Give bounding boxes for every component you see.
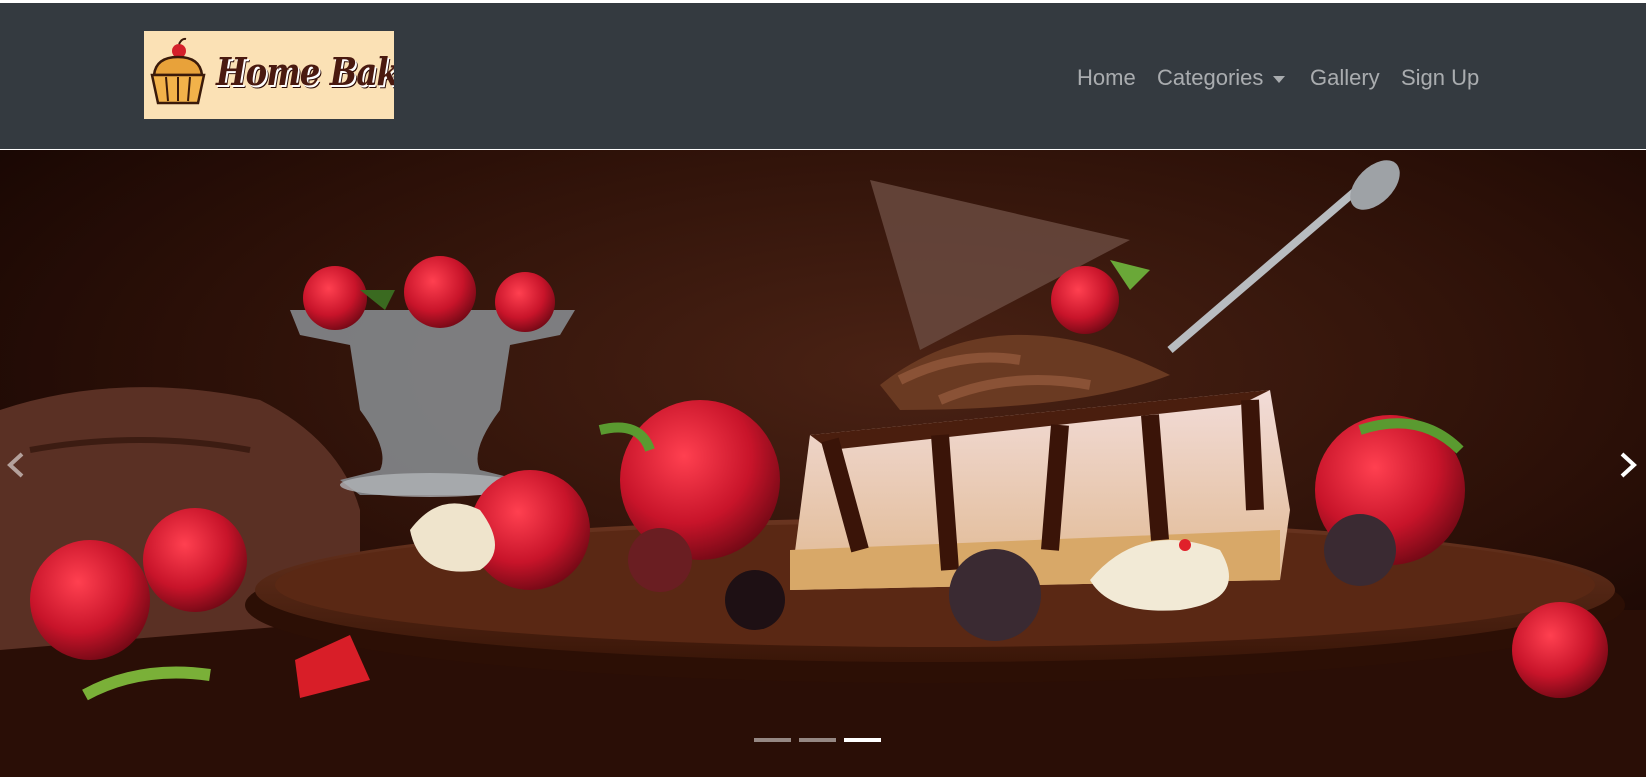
carousel-slide-image xyxy=(0,150,1646,777)
nav-categories-label: Categories xyxy=(1157,65,1264,90)
main-nav: Home Categories Gallery Sign Up xyxy=(0,61,1646,95)
nav-home-link[interactable]: Home xyxy=(1077,61,1136,95)
carousel-indicators xyxy=(750,738,900,748)
hero-carousel xyxy=(0,150,1646,777)
chevron-left-icon xyxy=(7,452,24,478)
chevron-right-icon xyxy=(1620,452,1637,478)
nav-signup-link[interactable]: Sign Up xyxy=(1401,61,1479,95)
navbar: Home Bakery Home Categories Gallery Sign… xyxy=(0,3,1646,149)
nav-categories-dropdown[interactable]: Categories xyxy=(1157,61,1286,95)
nav-gallery-link[interactable]: Gallery xyxy=(1310,61,1380,95)
carousel-next-button[interactable] xyxy=(1606,440,1646,490)
carousel-prev-button[interactable] xyxy=(0,440,40,490)
caret-down-icon xyxy=(1273,75,1286,83)
carousel-indicator-1[interactable] xyxy=(754,738,791,742)
carousel-indicator-2[interactable] xyxy=(799,738,836,742)
carousel-indicator-3-active[interactable] xyxy=(844,738,881,742)
